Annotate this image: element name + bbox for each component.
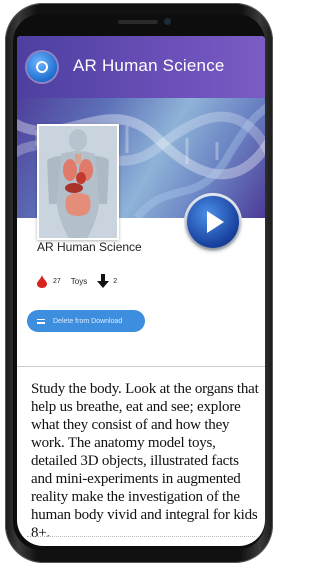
human-organs-image [39,126,117,238]
download-arrow-icon [97,274,110,288]
menu-icon [37,317,45,326]
app-description: Study the body. Look at the organs that … [31,381,259,541]
anatomy-thumbnail [37,124,119,240]
back-arrow-icon [36,61,48,73]
speaker-grille [118,20,158,24]
bottom-divider [27,536,255,537]
delete-from-download-button[interactable]: Delete from Download [27,310,145,332]
phone-notch [80,14,200,36]
back-button[interactable] [27,52,57,82]
app-screen: AR Human Science AR Human Science 27 Toy… [17,36,265,546]
play-button[interactable] [187,196,239,248]
play-icon [207,211,224,233]
app-header: AR Human Science [17,36,265,98]
delete-button-label: Delete from Download [53,317,123,325]
app-name: AR Human Science [37,240,142,254]
front-camera [164,18,171,25]
category-label: Toys [70,276,88,286]
app-stats: 27 Toys 2 [37,274,117,288]
page-title: AR Human Science [73,56,225,75]
downloads-count: 2 [113,277,118,285]
likes-count: 27 [53,277,61,285]
section-divider [17,366,265,367]
fire-drop-icon [37,274,47,288]
